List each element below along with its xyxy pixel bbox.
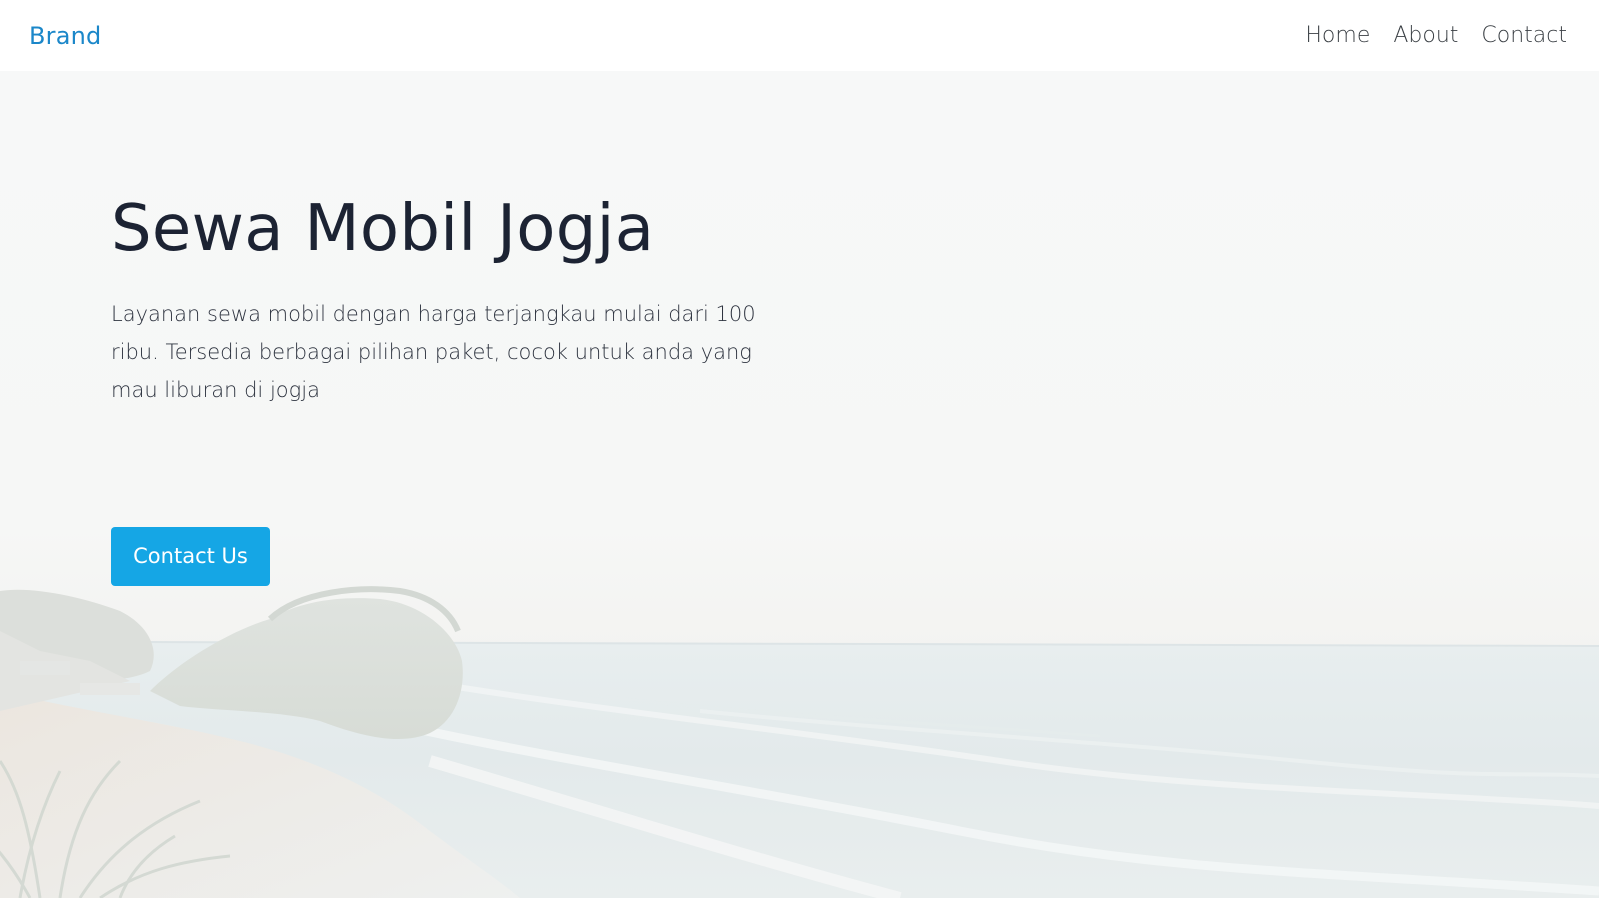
nav-link-about[interactable]: About: [1393, 19, 1458, 53]
nav-links: Home About Contact: [1305, 19, 1567, 53]
page: Brand Home About Contact Sewa Mobil Jogj…: [0, 0, 1599, 898]
nav-link-contact[interactable]: Contact: [1481, 19, 1567, 53]
hero-title: Sewa Mobil Jogja: [111, 192, 655, 266]
hero-section: Sewa Mobil Jogja Layanan sewa mobil deng…: [0, 71, 1599, 898]
nav-link-home[interactable]: Home: [1305, 19, 1370, 53]
navbar: Brand Home About Contact: [0, 0, 1599, 71]
hero-description: Layanan sewa mobil dengan harga terjangk…: [111, 302, 756, 402]
brand-logo-link[interactable]: Brand: [29, 19, 101, 53]
contact-us-button[interactable]: Contact Us: [111, 527, 270, 586]
